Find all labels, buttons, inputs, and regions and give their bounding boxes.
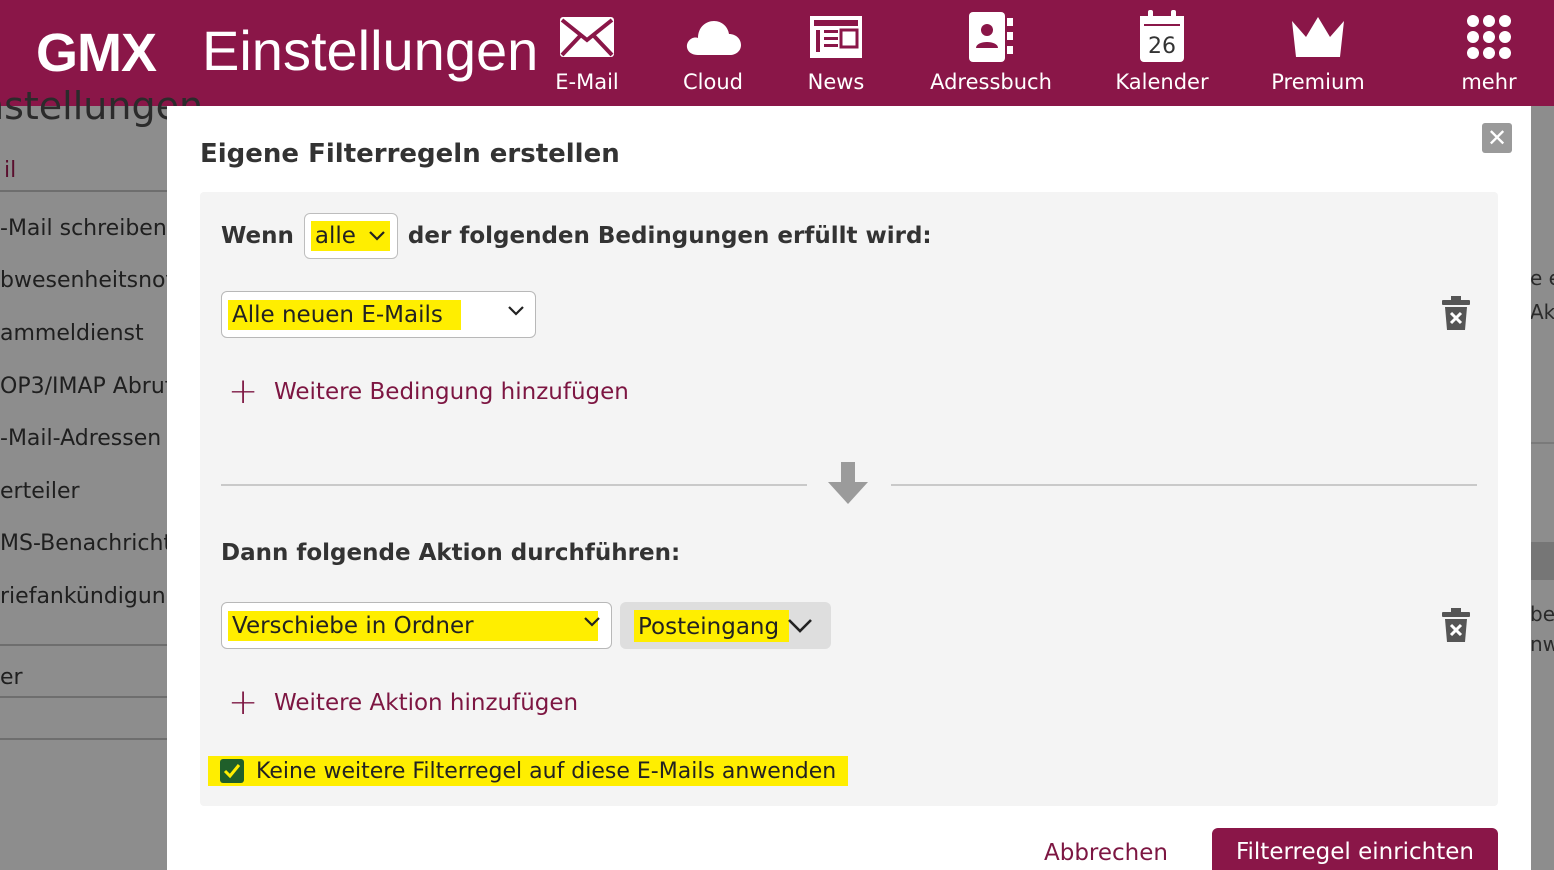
match-mode-text: alle xyxy=(314,223,356,249)
background-sidebar: nstellungen il -Mail schreiben bwesenhei… xyxy=(0,84,234,870)
section-divider xyxy=(221,484,807,486)
nav-email[interactable]: E-Mail xyxy=(553,8,621,100)
background-sidebar-item: ammeldienst xyxy=(0,321,144,346)
background-divider xyxy=(0,190,170,192)
envelope-icon xyxy=(559,8,615,66)
nav-cloud-label: Cloud xyxy=(683,70,743,94)
background-bar xyxy=(1530,542,1554,580)
nav-more[interactable]: mehr xyxy=(1458,8,1520,100)
nav-premium[interactable]: Premium xyxy=(1268,8,1368,100)
cancel-button[interactable]: Abbrechen xyxy=(1044,840,1168,866)
page-title: Einstellungen xyxy=(202,19,539,82)
background-sidebar-item: er xyxy=(0,665,23,690)
background-sidebar-item: -Mail schreiben xyxy=(0,216,167,241)
create-filter-rule-button[interactable]: Filterregel einrichten xyxy=(1212,828,1498,870)
background-right-content: e e Ak be nw xyxy=(1530,106,1554,870)
background-divider xyxy=(0,644,170,646)
chevron-down-icon xyxy=(788,618,813,633)
nav-email-label: E-Mail xyxy=(555,70,619,94)
background-divider xyxy=(1530,442,1554,444)
condition-select[interactable]: Alle neuen E-Mails xyxy=(221,291,536,338)
stop-rules-label: Keine weitere Filterregel auf diese E-Ma… xyxy=(256,758,837,784)
stop-rules-checkbox[interactable] xyxy=(220,759,244,783)
nav-news[interactable]: News xyxy=(805,8,867,100)
calendar-icon: 26 xyxy=(1138,8,1186,66)
background-sidebar-item: OP3/IMAP Abruf xyxy=(0,374,173,399)
nav-calendar-label: Kalender xyxy=(1115,70,1209,94)
target-folder-text: Posteingang xyxy=(638,613,780,640)
stop-further-rules-option[interactable]: Keine weitere Filterregel auf diese E-Ma… xyxy=(208,756,849,786)
arrow-down-icon xyxy=(828,462,868,504)
nav-news-label: News xyxy=(807,70,865,94)
close-icon: ✕ xyxy=(1486,124,1508,152)
target-folder-value: Posteingang xyxy=(634,609,790,642)
checkmark-icon xyxy=(223,764,241,779)
nav-cloud[interactable]: Cloud xyxy=(680,8,746,100)
background-text-fragment: e e xyxy=(1530,266,1554,290)
background-sidebar-item: erteiler xyxy=(0,479,80,504)
filter-rule-dialog: ✕ Eigene Filterregeln erstellen Wenn all… xyxy=(167,106,1531,870)
condition-suffix: der folgenden Bedingungen erfüllt wird: xyxy=(407,223,932,249)
close-dialog-button[interactable]: ✕ xyxy=(1482,123,1512,153)
nav-addressbook-label: Adressbuch xyxy=(930,70,1052,94)
nav-calendar[interactable]: 26 Kalender xyxy=(1113,8,1211,100)
match-mode-select[interactable]: alle xyxy=(303,213,398,259)
condition-value: Alle neuen E-Mails xyxy=(228,299,461,330)
top-header: GMX Einstellungen E-Mail Cloud News Adre… xyxy=(0,0,1554,106)
grid-dots-icon xyxy=(1466,8,1512,66)
match-mode-value: alle xyxy=(310,221,390,251)
add-action-link[interactable]: + Weitere Aktion hinzufügen xyxy=(228,685,578,721)
condition-match-row: Wenn alle der folgenden Bedingungen erfü… xyxy=(221,212,932,260)
condition-prefix: Wenn xyxy=(221,223,294,249)
nav-more-label: mehr xyxy=(1461,70,1517,94)
background-divider xyxy=(0,696,170,698)
section-divider xyxy=(891,484,1477,486)
delete-condition-trash-icon[interactable] xyxy=(1441,296,1471,332)
background-sidebar-item: riefankündigung xyxy=(0,584,180,609)
cloud-icon xyxy=(684,8,742,66)
filter-rule-panel: Wenn alle der folgenden Bedingungen erfü… xyxy=(200,192,1498,806)
add-action-label: Weitere Aktion hinzufügen xyxy=(274,690,579,716)
chevron-down-icon xyxy=(369,231,385,241)
action-select[interactable]: Verschiebe in Ordner xyxy=(221,602,612,649)
background-sidebar-tab: il xyxy=(4,158,17,183)
background-sidebar-item: -Mail-Adressen xyxy=(0,426,162,451)
delete-action-trash-icon[interactable] xyxy=(1441,608,1471,644)
nav-addressbook[interactable]: Adressbuch xyxy=(928,8,1054,100)
calendar-day-number: 26 xyxy=(1148,34,1176,59)
newspaper-icon xyxy=(808,8,864,66)
dialog-title: Eigene Filterregeln erstellen xyxy=(200,139,620,169)
chevron-down-icon xyxy=(508,306,524,316)
action-heading: Dann folgende Aktion durchführen: xyxy=(221,540,681,566)
gmx-logo[interactable]: GMX xyxy=(36,22,157,84)
add-condition-label: Weitere Bedingung hinzufügen xyxy=(274,379,629,405)
action-value: Verschiebe in Ordner xyxy=(228,610,598,641)
chevron-down-icon xyxy=(584,617,600,627)
target-folder-select[interactable]: Posteingang xyxy=(620,602,831,649)
add-condition-link[interactable]: + Weitere Bedingung hinzufügen xyxy=(228,374,629,410)
background-text-fragment: be xyxy=(1530,602,1554,626)
background-text-fragment: Ak xyxy=(1530,300,1554,324)
background-sidebar-item: bwesenheitsnotiz xyxy=(0,268,192,293)
crown-icon xyxy=(1289,8,1347,66)
address-book-icon xyxy=(967,8,1015,66)
plus-icon: + xyxy=(228,371,259,412)
nav-premium-label: Premium xyxy=(1271,70,1365,94)
plus-icon: + xyxy=(228,682,259,723)
background-divider xyxy=(0,738,170,740)
background-text-fragment: nw xyxy=(1530,632,1554,656)
